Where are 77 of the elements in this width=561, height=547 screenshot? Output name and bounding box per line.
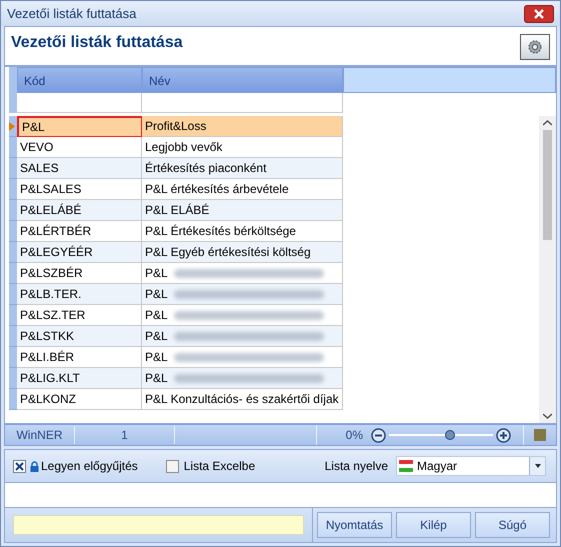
checkbox[interactable]	[166, 460, 179, 472]
action-button[interactable]: Súgó	[475, 512, 550, 538]
column-header[interactable]: Név	[142, 67, 343, 93]
checkbox-label[interactable]: Lista Excelbe	[184, 457, 256, 475]
row-header[interactable]	[9, 116, 17, 137]
column-header[interactable]: Kód	[17, 67, 142, 93]
language-dropdown[interactable]: Magyar	[396, 456, 546, 476]
table-cell: SALES	[17, 158, 142, 179]
close-icon	[534, 8, 544, 18]
row-pointer-icon	[9, 122, 15, 130]
row-header[interactable]	[9, 284, 17, 305]
table-cell: P&L	[17, 116, 142, 137]
row-header[interactable]	[9, 200, 17, 221]
table-cell-text: P&L	[145, 349, 168, 366]
row-header[interactable]	[9, 389, 17, 410]
table-cell-text: P&L Konzultációs- és szakértői díjak	[145, 391, 339, 408]
table-cell: P&LÉRTBÉR	[17, 221, 142, 242]
settings-icon	[526, 38, 544, 56]
row-header[interactable]	[9, 179, 17, 200]
flag-icon	[399, 459, 413, 473]
zoom-in-icon[interactable]	[496, 428, 511, 442]
table-cell: P&LKONZ	[17, 389, 142, 410]
table-cell-text: P&L ELÁBÉ	[145, 202, 210, 219]
row-header[interactable]	[9, 158, 17, 179]
action-button[interactable]: Kilép	[396, 512, 471, 538]
status-indicator	[534, 429, 546, 441]
table-cell: P&LIG.KLT	[17, 368, 142, 389]
row-header[interactable]	[9, 368, 17, 389]
checkbox-label[interactable]: Legyen előgyűjtés	[41, 457, 138, 475]
table-cell-text: P&L	[145, 370, 168, 387]
row-header[interactable]	[9, 347, 17, 368]
check-mark-icon	[15, 462, 24, 470]
app-name: WinNER	[5, 426, 75, 444]
table-cell-text: Profit&Loss	[145, 118, 206, 135]
dropdown-arrow-icon[interactable]	[534, 464, 540, 468]
checkbox[interactable]	[13, 460, 26, 472]
filter-field[interactable]	[142, 93, 343, 113]
row-header[interactable]	[9, 221, 17, 242]
table-cell: P&LEGYÉÉR	[17, 242, 142, 263]
table-cell-text: P&L	[145, 265, 168, 282]
scroll-up-icon[interactable]	[543, 120, 552, 126]
scroll-thumb[interactable]	[543, 130, 552, 240]
page-title: Vezetői listák futtatása	[11, 33, 183, 53]
table-cell: P&LSZ.TER	[17, 305, 142, 326]
zoom-percent: 0%	[344, 427, 364, 444]
row-header[interactable]	[9, 242, 17, 263]
table-cell-text: Legjobb vevők	[145, 139, 222, 156]
scrollbar[interactable]	[539, 116, 556, 423]
table-cell: P&LI.BÉR	[17, 347, 142, 368]
table-cell: P&LSZBÉR	[17, 263, 142, 284]
table-cell: P&LSTKK	[17, 326, 142, 347]
action-button[interactable]: Nyomtatás	[317, 512, 392, 538]
scroll-down-icon[interactable]	[543, 413, 552, 419]
table-cell: P&LELÁBÉ	[17, 200, 142, 221]
table-cell-text: P&L	[145, 307, 168, 324]
table-cell: VEVO	[17, 137, 142, 158]
filter-field[interactable]	[17, 93, 142, 113]
table-cell: P&LB.TER.	[17, 284, 142, 305]
table-cell-text: Értékesítés piaconként	[145, 160, 266, 177]
close-button[interactable]	[524, 4, 554, 22]
table-cell-text: P&L	[145, 328, 168, 345]
table-cell-text: P&L	[145, 286, 168, 303]
window-title: Vezetői listák futtatása	[7, 4, 136, 23]
table-cell-text: P&L Értékesítés bérköltsége	[145, 223, 296, 240]
table-cell: P&LSALES	[17, 179, 142, 200]
settings-button[interactable]	[520, 34, 550, 60]
row-header[interactable]	[9, 305, 17, 326]
row-header[interactable]	[9, 137, 17, 158]
table-cell-text: P&L Egyéb értékesítési költség	[145, 244, 311, 261]
lock-icon	[30, 460, 39, 472]
zoom-slider[interactable]	[389, 429, 493, 441]
language-label: Lista nyelve	[324, 458, 388, 475]
zoom-out-icon[interactable]	[371, 428, 386, 442]
row-header[interactable]	[9, 263, 17, 284]
table-cell-text: P&L értékesítés árbevétele	[145, 181, 289, 198]
record-count: 1	[75, 426, 175, 444]
row-header[interactable]	[9, 326, 17, 347]
